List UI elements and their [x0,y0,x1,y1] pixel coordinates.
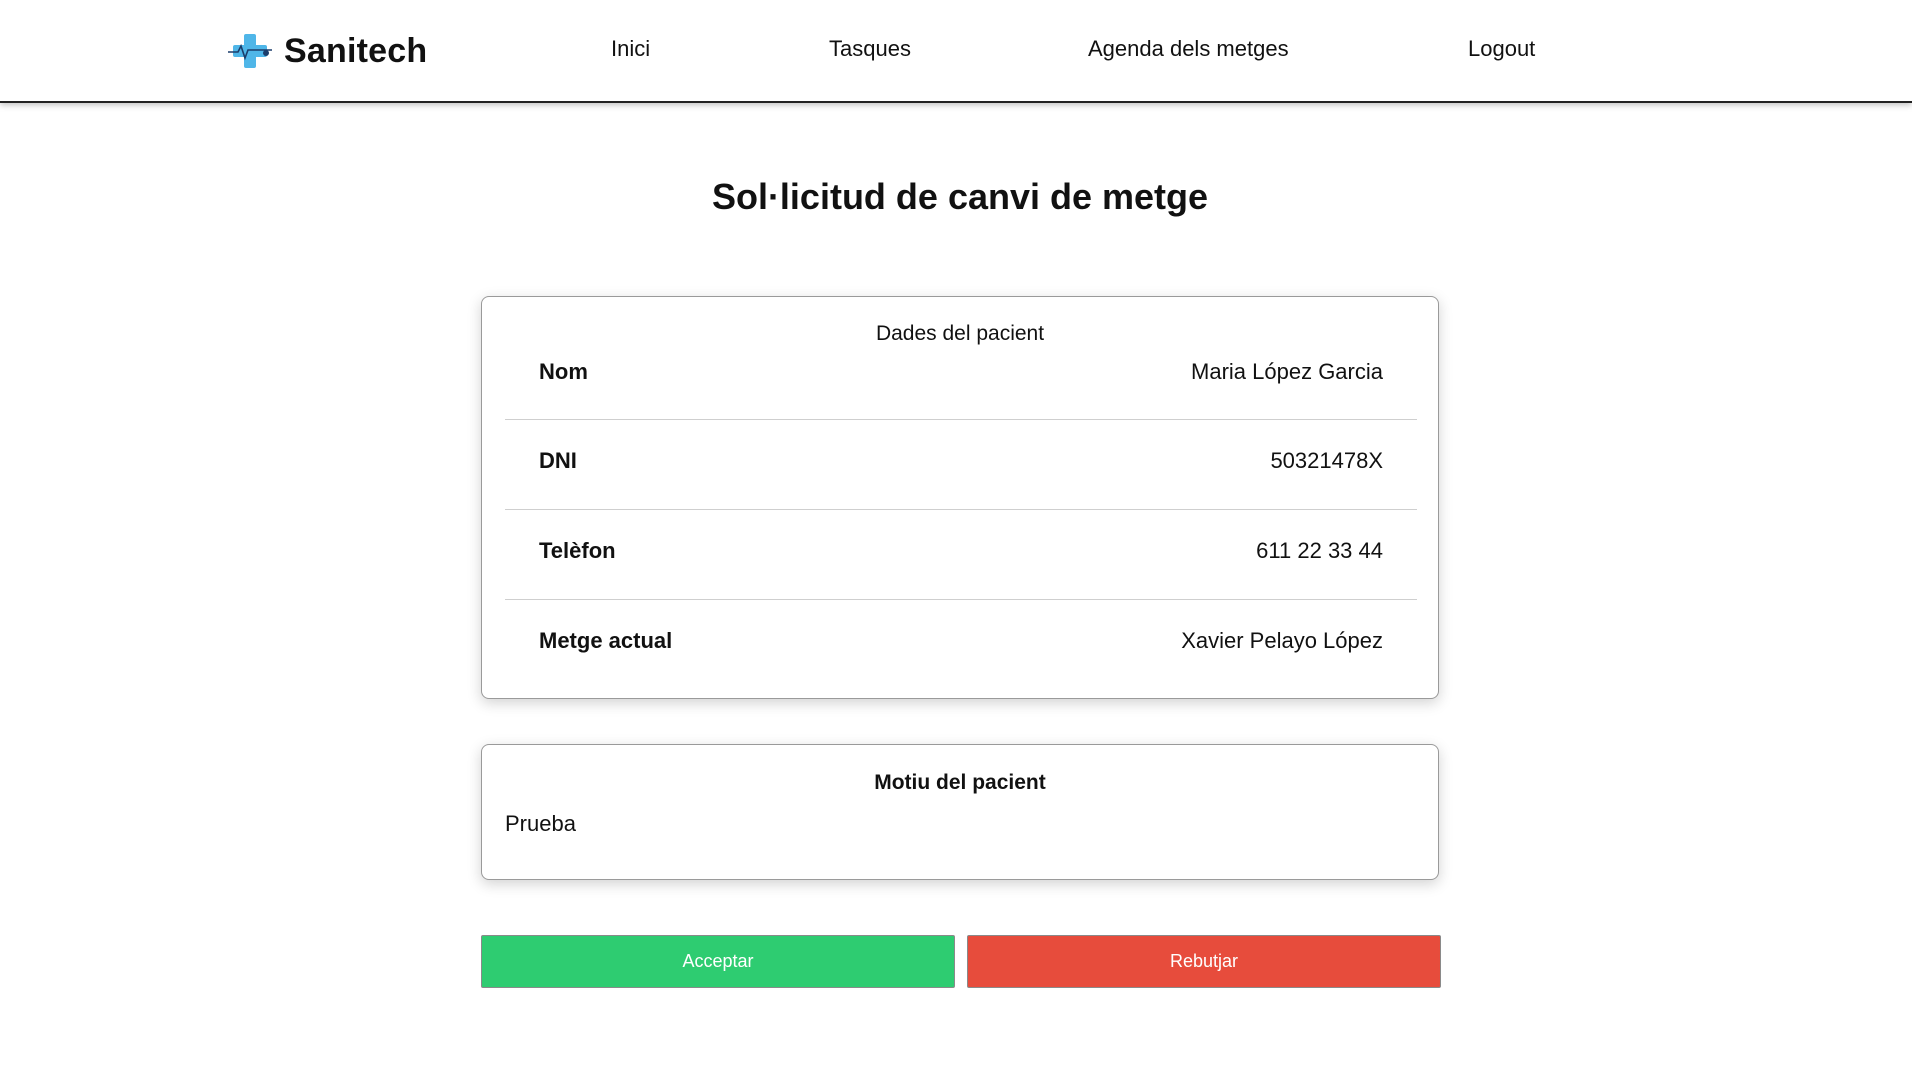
patient-data-card: Dades del pacient Nom Maria López Garcia… [481,296,1439,699]
patient-row-phone: Telèfon 611 22 33 44 [505,510,1417,600]
top-navbar: Sanitech Inici Tasques Agenda dels metge… [0,0,1912,103]
row-label: Metge actual [539,628,673,653]
row-value: Xavier Pelayo López [1181,628,1383,653]
medical-cross-logo-icon [226,32,274,70]
brand[interactable]: Sanitech [226,30,427,72]
row-label: Nom [539,359,588,384]
row-value: 50321478X [1270,448,1383,473]
nav-link-logout[interactable]: Logout [1468,36,1535,62]
reason-title: Motiu del pacient [874,771,1046,794]
patient-row-name: Nom Maria López Garcia [505,330,1417,420]
patient-row-current-doctor: Metge actual Xavier Pelayo López [505,600,1417,689]
accept-button[interactable]: Acceptar [481,935,955,988]
row-value: 611 22 33 44 [1256,538,1383,563]
row-value: Maria López Garcia [1191,359,1383,384]
row-label: DNI [539,448,577,473]
reason-text: Prueba [505,811,576,836]
page-title: Sol·licitud de canvi de metge [711,176,1209,217]
nav-link-agenda[interactable]: Agenda dels metges [1088,36,1289,62]
brand-name: Sanitech [284,31,428,70]
nav-link-inici[interactable]: Inici [611,36,650,62]
patient-reason-card: Motiu del pacient Prueba [481,744,1439,880]
patient-row-dni: DNI 50321478X [505,420,1417,510]
row-label: Telèfon [539,538,616,563]
reject-button[interactable]: Rebutjar [967,935,1441,988]
nav-link-tasques[interactable]: Tasques [829,36,911,62]
